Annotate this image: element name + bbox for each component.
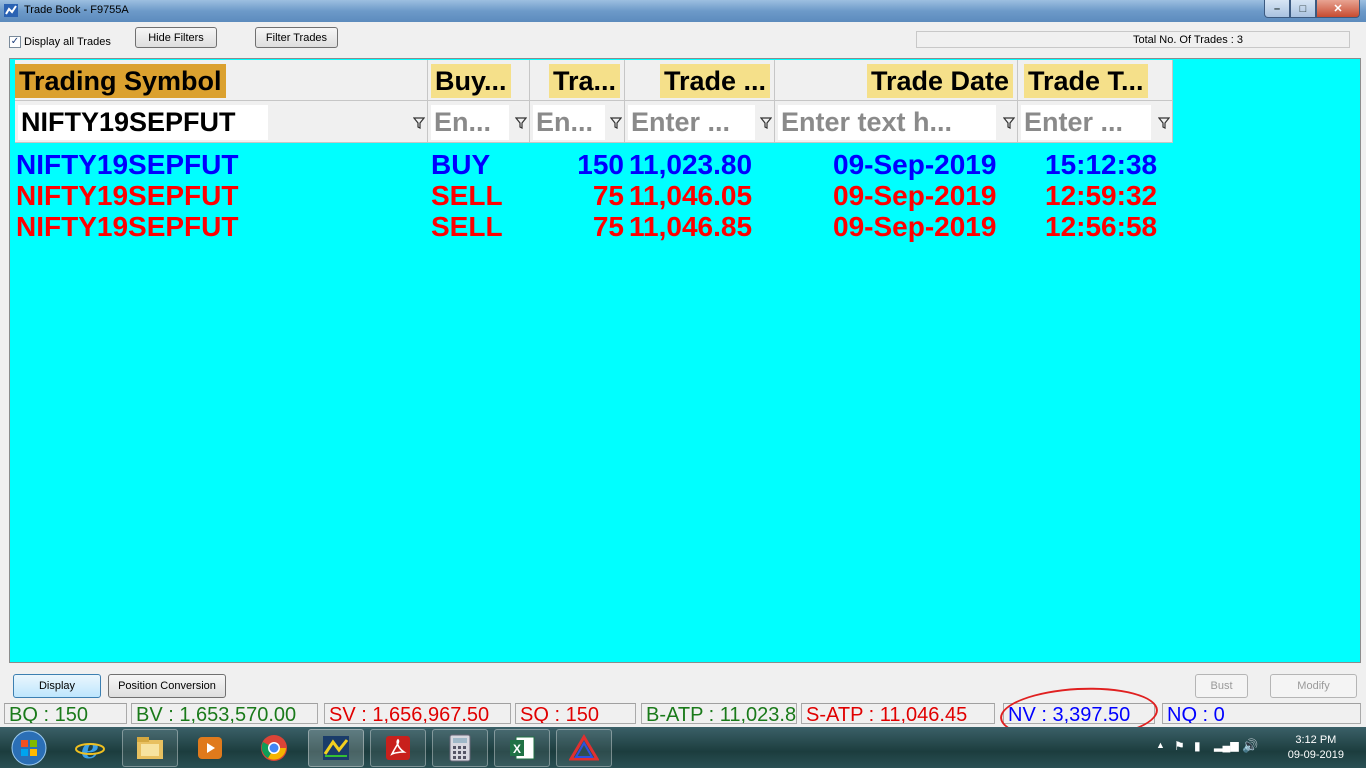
sell-atp-summary: S-ATP : 11,046.45: [801, 703, 995, 724]
network-icon[interactable]: ▂▄▆: [1214, 739, 1239, 752]
cell-side: SELL: [431, 180, 503, 211]
column-header-buy-sell[interactable]: Buy...: [428, 60, 530, 101]
trade-row[interactable]: NIFTY19SEPFUT BUY 150 11,023.80 09-Sep-2…: [16, 149, 1216, 180]
internet-explorer-icon[interactable]: e: [62, 729, 118, 767]
clock-date: 09-09-2019: [1287, 749, 1344, 761]
file-explorer-icon[interactable]: [122, 729, 178, 767]
close-button[interactable]: ✕: [1316, 0, 1360, 18]
cell-qty: 75: [592, 180, 624, 211]
tray-expand-icon[interactable]: ▲: [1156, 740, 1165, 750]
sell-value-summary: SV : 1,656,967.50: [324, 703, 511, 724]
svg-text:e: e: [81, 733, 99, 763]
cell-price: 11,046.85: [629, 211, 753, 242]
power-icon[interactable]: ▮: [1194, 739, 1201, 753]
window-title: Trade Book - F9755A: [24, 4, 129, 16]
chrome-icon[interactable]: [246, 729, 302, 767]
app-icon: [4, 4, 18, 17]
filter-cell-trade-date[interactable]: Enter text h...: [775, 101, 1018, 143]
windows-start-icon[interactable]: [0, 729, 58, 767]
acrobat-icon[interactable]: [370, 729, 426, 767]
filter-funnel-icon[interactable]: [413, 116, 425, 130]
cell-price: 11,023.80: [629, 149, 753, 180]
svg-text:X: X: [513, 742, 521, 756]
sell-qty-summary: SQ : 150: [515, 703, 636, 724]
filter-input-trade-price[interactable]: Enter ...: [628, 105, 755, 140]
column-header-trade-date[interactable]: Trade Date: [775, 60, 1018, 101]
volume-icon[interactable]: 🔊: [1242, 738, 1258, 754]
filter-cell-trading-symbol[interactable]: NIFTY19SEPFUT: [15, 101, 428, 143]
filter-funnel-icon[interactable]: [515, 116, 527, 130]
cell-side: BUY: [431, 149, 491, 180]
filter-funnel-icon[interactable]: [1158, 116, 1170, 130]
excel-icon[interactable]: X: [494, 729, 550, 767]
filter-input-buy-sell[interactable]: En...: [431, 105, 509, 140]
cell-time: 12:59:32: [1045, 180, 1158, 211]
total-trades-count: Total No. Of Trades : 3: [916, 31, 1350, 48]
clock-time: 3:12 PM: [1295, 734, 1337, 746]
display-button[interactable]: Display: [13, 674, 101, 698]
cell-symbol: NIFTY19SEPFUT: [16, 211, 239, 242]
cell-qty: 75: [592, 211, 624, 242]
buy-qty-summary: BQ : 150: [4, 703, 127, 724]
filter-cell-trade-price[interactable]: Enter ...: [625, 101, 775, 143]
hide-filters-button[interactable]: Hide Filters: [135, 27, 217, 48]
windows-taskbar: e X ▲ ⚑ ▮ ▂▄▆ 🔊 3:12 PM 09-09-2019: [0, 727, 1366, 768]
position-conversion-button[interactable]: Position Conversion: [108, 674, 226, 698]
filter-funnel-icon[interactable]: [760, 116, 772, 130]
filter-cell-buy-sell[interactable]: En...: [428, 101, 530, 143]
column-header-trade-price[interactable]: Trade ...: [625, 60, 775, 101]
filter-input-trade-time[interactable]: Enter ...: [1021, 105, 1151, 140]
filter-funnel-icon[interactable]: [1003, 116, 1015, 130]
cell-side: SELL: [431, 211, 503, 242]
trading-terminal-icon[interactable]: [308, 729, 364, 767]
cell-symbol: NIFTY19SEPFUT: [16, 149, 239, 180]
filter-input-trading-symbol[interactable]: NIFTY19SEPFUT: [18, 105, 268, 140]
cell-symbol: NIFTY19SEPFUT: [16, 180, 239, 211]
column-header-trade-qty[interactable]: Tra...: [530, 60, 625, 101]
trade-row[interactable]: NIFTY19SEPFUT SELL 75 11,046.05 09-Sep-2…: [16, 180, 1216, 211]
clock[interactable]: 3:12 PM 09-09-2019: [1288, 733, 1344, 763]
grid-header-row: Trading Symbol Buy... Tra... Trade ... T…: [15, 60, 1360, 101]
cell-time: 15:12:38: [1045, 149, 1158, 180]
bust-button[interactable]: Bust: [1195, 674, 1248, 698]
filter-cell-trade-qty[interactable]: En...: [530, 101, 625, 143]
action-center-icon[interactable]: ⚑: [1174, 739, 1185, 753]
trade-grid[interactable]: Trading Symbol Buy... Tra... Trade ... T…: [9, 58, 1361, 663]
filter-trades-button[interactable]: Filter Trades: [255, 27, 338, 48]
cell-date: 09-Sep-2019: [833, 180, 997, 211]
cell-price: 11,046.05: [629, 180, 753, 211]
filter-input-trade-qty[interactable]: En...: [533, 105, 605, 140]
filter-input-trade-date[interactable]: Enter text h...: [778, 105, 996, 140]
net-qty-summary: NQ : 0: [1162, 703, 1361, 724]
checkbox-checked-icon[interactable]: ✓: [9, 36, 21, 48]
filter-cell-trade-time[interactable]: Enter ...: [1018, 101, 1173, 143]
summary-status-bar: BQ : 150 BV : 1,653,570.00 SV : 1,656,96…: [0, 702, 1366, 724]
buy-value-summary: BV : 1,653,570.00: [131, 703, 318, 724]
calculator-icon[interactable]: [432, 729, 488, 767]
buy-atp-summary: B-ATP : 11,023.80: [641, 703, 797, 724]
cell-date: 09-Sep-2019: [833, 211, 997, 242]
cell-date: 09-Sep-2019: [833, 149, 997, 180]
toolbar: ✓ Display all Trades Hide Filters Filter…: [0, 22, 1366, 56]
column-header-trade-time[interactable]: Trade T...: [1018, 60, 1173, 101]
minimize-button[interactable]: –: [1264, 0, 1290, 18]
cell-time: 12:56:58: [1045, 211, 1158, 242]
column-header-trading-symbol[interactable]: Trading Symbol: [15, 60, 428, 101]
display-all-trades-label: Display all Trades: [24, 36, 111, 48]
media-player-icon[interactable]: [182, 729, 238, 767]
system-tray: ▲ ⚑ ▮ ▂▄▆ 🔊 3:12 PM 09-09-2019: [1146, 727, 1366, 768]
modify-button[interactable]: Modify: [1270, 674, 1357, 698]
window-title-bar[interactable]: Trade Book - F9755A – □ ✕: [0, 0, 1366, 22]
trade-row[interactable]: NIFTY19SEPFUT SELL 75 11,046.85 09-Sep-2…: [16, 211, 1216, 242]
display-all-trades-checkbox[interactable]: ✓ Display all Trades: [9, 36, 111, 48]
grid-filter-row: NIFTY19SEPFUT En... En... Enter ... Ente…: [15, 101, 1360, 143]
filter-funnel-icon[interactable]: [610, 116, 622, 130]
cell-qty: 150: [577, 149, 624, 180]
prism-app-icon[interactable]: [556, 729, 612, 767]
maximize-button[interactable]: □: [1290, 0, 1316, 18]
